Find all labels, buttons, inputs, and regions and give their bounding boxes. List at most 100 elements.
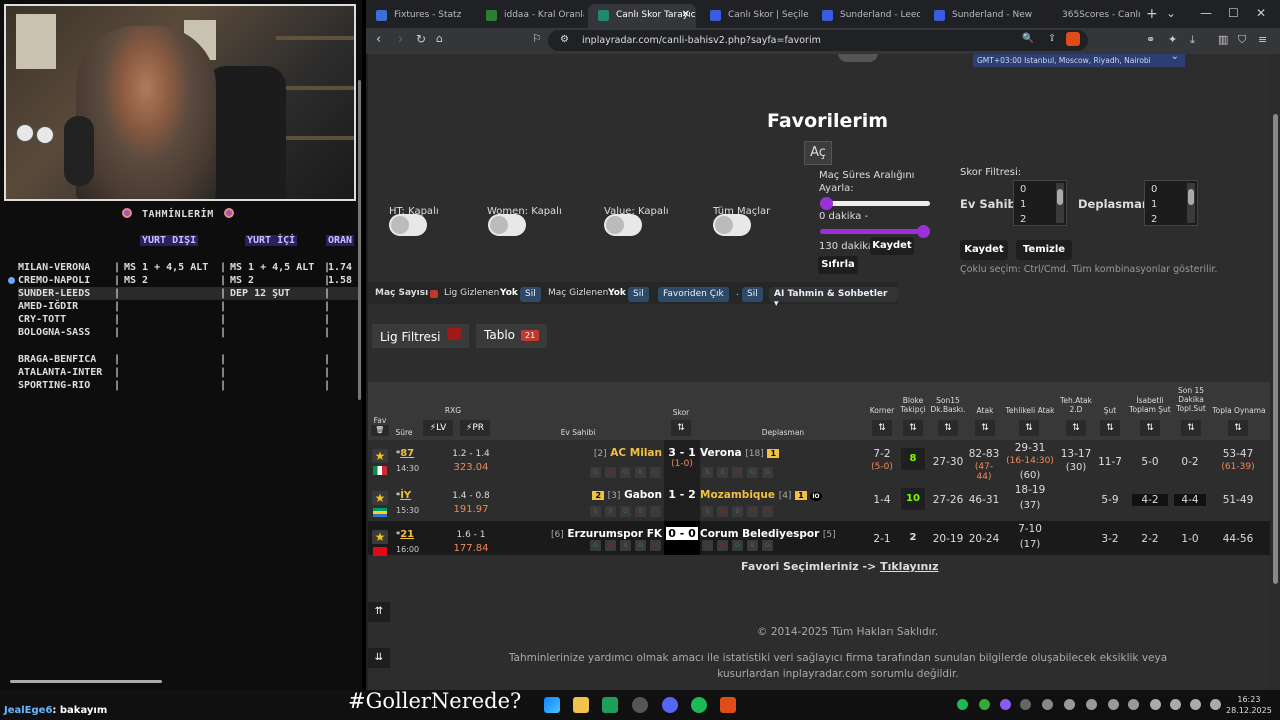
vpn-icon[interactable]: ⛉ — [1238, 33, 1250, 46]
obs-icon[interactable] — [632, 697, 648, 713]
volume-icon[interactable] — [1170, 699, 1181, 710]
sut-sort-button[interactable]: ⇅ — [1100, 420, 1120, 436]
tab-1[interactable]: iddaa - Kral Oranlarla — [476, 4, 584, 28]
fav-link[interactable]: Tıklayınız — [880, 560, 938, 573]
tray-icon[interactable] — [1086, 699, 1097, 710]
isabetli-sort-button[interactable]: ⇅ — [1140, 420, 1160, 436]
download-icon[interactable]: ⤓ — [1190, 33, 1202, 46]
away-team[interactable]: Mozambique [4] 1 IO — [700, 489, 822, 501]
page-scrollbar[interactable] — [1270, 54, 1280, 690]
tray-app-icon[interactable] — [979, 699, 990, 710]
theme-toggle[interactable] — [838, 54, 878, 62]
table-row[interactable]: ★ *İY 15:30 1.4 - 0.8 191.97 2 [3] Gabon B B G B M… — [368, 482, 1270, 521]
brave-shield-icon[interactable] — [1066, 32, 1080, 46]
scroll-bottom-button[interactable]: ⇊ — [368, 648, 390, 668]
atak-sort-button[interactable]: ⇅ — [975, 420, 995, 436]
url-input[interactable]: ⚙ inplayradar.com/canli-bahisv2.php?sayfa… — [548, 30, 1088, 51]
fav-sil-button[interactable]: Sil — [742, 287, 763, 302]
score-save-button[interactable]: Kaydet — [960, 240, 1008, 260]
score-cell[interactable]: 0 - 0 — [664, 521, 700, 555]
tray-icon[interactable] — [1108, 699, 1119, 710]
fav-clear-icon[interactable]: 🗑 — [371, 425, 389, 436]
puzzle-icon[interactable]: ✦ — [1168, 33, 1180, 46]
zoom-icon[interactable]: 🔍 — [1022, 33, 1034, 44]
table-row[interactable]: ★ *21 16:00 1.6 - 1 177.84 [6] Erzurumspor FK… — [368, 521, 1270, 556]
back-icon[interactable]: ‹ — [376, 32, 381, 47]
forward-icon[interactable]: › — [398, 32, 403, 47]
maximize-icon[interactable]: ☐ — [1228, 6, 1239, 20]
toggle-women[interactable] — [488, 214, 526, 236]
site-info-icon[interactable]: ⚙ — [560, 34, 569, 45]
teh2d-sort-button[interactable]: ⇅ — [1066, 420, 1086, 436]
brave-icon[interactable] — [720, 697, 736, 713]
toggle-ht[interactable] — [389, 214, 427, 236]
lv-sort-button[interactable]: ⚡LV — [423, 420, 453, 436]
league-filter-button[interactable]: Lig Filtresi — [372, 324, 469, 348]
tray-pen-icon[interactable] — [1000, 699, 1011, 710]
score-cell[interactable]: 3 - 1 (1-0) — [664, 440, 700, 482]
menu-icon[interactable]: ≡ — [1258, 33, 1270, 46]
favoriden-cik-button[interactable]: Favoriden Çık — [658, 287, 729, 302]
display-icon[interactable] — [1190, 699, 1201, 710]
korner-sort-button[interactable]: ⇅ — [872, 420, 892, 436]
app-icon[interactable] — [602, 697, 618, 713]
wifi-icon[interactable] — [1150, 699, 1161, 710]
scroll-top-button[interactable]: ⇈ — [368, 602, 390, 622]
home-icon[interactable]: ⌂ — [436, 32, 443, 45]
home-team[interactable]: 2 [3] Gabon — [592, 489, 662, 501]
skor-sort-button[interactable]: ⇅ — [671, 420, 691, 436]
open-button[interactable]: Aç — [804, 141, 832, 165]
away-score-select[interactable]: 012 — [1144, 180, 1198, 226]
tab-list-icon[interactable]: ⌄ — [1166, 6, 1176, 20]
tab-6[interactable]: 365Scores - Canlı Skor — [1034, 4, 1142, 28]
spotify-icon[interactable] — [691, 697, 707, 713]
reload-icon[interactable]: ↻ — [416, 32, 426, 46]
tab-3[interactable]: Canlı Skor | Seçilen m — [700, 4, 808, 28]
favorite-star-icon[interactable]: ★ — [372, 530, 388, 544]
away-team[interactable]: Verona [18] 1 — [700, 447, 780, 459]
tray-icon[interactable] — [1042, 699, 1053, 710]
tablo-button[interactable]: Tablo 21 — [476, 324, 548, 348]
son15-sort-button[interactable]: ⇅ — [938, 420, 958, 436]
range-max-handle[interactable] — [917, 225, 930, 238]
score-clear-button[interactable]: Temizle — [1016, 240, 1072, 260]
tray-icon[interactable] — [1064, 699, 1075, 710]
range-save-button[interactable]: Kaydet — [870, 237, 914, 255]
home-team[interactable]: [2] AC Milan — [594, 447, 662, 459]
tab-2[interactable]: Canlı Skor Tarayıcı ✕ — [588, 4, 696, 28]
explorer-icon[interactable] — [573, 697, 589, 713]
tray-icon[interactable] — [1020, 699, 1031, 710]
away-team[interactable]: Corum Belediyespor [5] — [700, 528, 836, 540]
tab-5[interactable]: Sunderland - Newcas — [924, 4, 1032, 28]
mac-sil-button[interactable]: Sil — [628, 287, 649, 302]
new-tab-icon[interactable]: + — [1146, 6, 1158, 22]
toggle-all[interactable] — [713, 214, 751, 236]
notifications-icon[interactable] — [1210, 699, 1221, 710]
close-tab-icon[interactable]: ✕ — [682, 9, 690, 20]
table-row[interactable]: ★ *87 14:30 1.2 - 1.4 323.04 [2] AC Milan G M G B… — [368, 440, 1270, 482]
system-clock[interactable]: 16:23 28.12.2025 — [1226, 694, 1272, 716]
range-slider-min[interactable] — [820, 201, 930, 206]
pr-sort-button[interactable]: ⚡PR — [460, 420, 490, 436]
extension-icon[interactable]: ⚭ — [1146, 33, 1158, 46]
sidebar-icon[interactable]: ▥ — [1218, 33, 1230, 46]
horizontal-scrollbar[interactable] — [0, 680, 360, 688]
ai-chat-button[interactable]: AI Tahmin & Sohbetler ▾ — [769, 287, 898, 309]
lig-sil-button[interactable]: Sil — [520, 287, 541, 302]
timezone-select[interactable]: GMT+03:00 Istanbul, Moscow, Riyadh, Nair… — [973, 54, 1185, 67]
tray-icon[interactable] — [1128, 699, 1139, 710]
tab-0[interactable]: Fixtures - Statz — [366, 4, 474, 28]
range-reset-button[interactable]: Sıfırla — [818, 256, 858, 274]
favorite-star-icon[interactable]: ★ — [372, 449, 388, 463]
bloke-sort-button[interactable]: ⇅ — [903, 420, 923, 436]
close-window-icon[interactable]: ✕ — [1256, 6, 1266, 20]
home-team[interactable]: [6] Erzurumspor FK — [551, 528, 662, 540]
tray-spotify-icon[interactable] — [957, 699, 968, 710]
topla-sort-button[interactable]: ⇅ — [1228, 420, 1248, 436]
vertical-scrollbar[interactable] — [357, 40, 362, 680]
toggle-value[interactable] — [604, 214, 642, 236]
score-cell[interactable]: 1 - 2 — [664, 482, 700, 521]
tab-4[interactable]: Sunderland - Leeds U — [812, 4, 920, 28]
minimize-icon[interactable]: — — [1200, 6, 1212, 20]
son15sut-sort-button[interactable]: ⇅ — [1181, 420, 1201, 436]
